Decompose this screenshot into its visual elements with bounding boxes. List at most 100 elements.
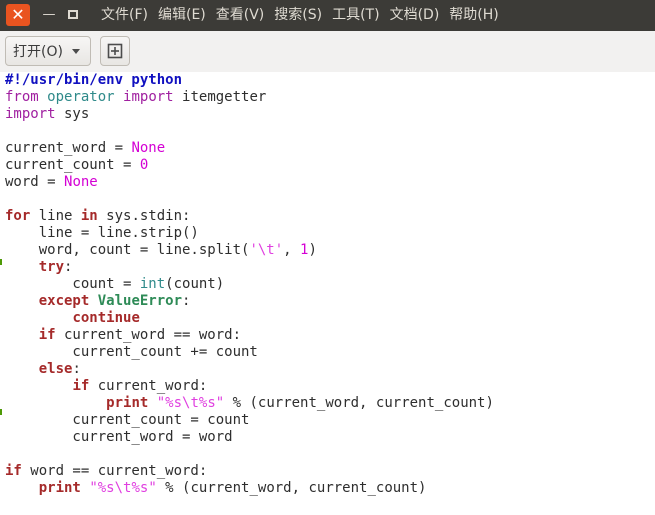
code-token: operator bbox=[47, 89, 115, 105]
toolbar: 打开(O) bbox=[0, 31, 655, 73]
code-editor[interactable]: #!/usr/bin/env python from operator impor… bbox=[0, 72, 655, 515]
close-icon: ✕ bbox=[11, 5, 25, 24]
code-line: line = line.strip() bbox=[5, 225, 494, 242]
code-token: % (current_word, current_count) bbox=[224, 395, 494, 411]
code-line: word, count = line.split('\t', 1) bbox=[5, 242, 494, 259]
maximize-icon bbox=[68, 10, 78, 19]
code-token: in bbox=[80, 208, 98, 224]
code-token: continue bbox=[72, 310, 140, 326]
code-token: current_count = bbox=[5, 157, 140, 173]
minimize-icon: — bbox=[42, 7, 56, 22]
code-line: print "%s\t%s" % (current_word, current_… bbox=[5, 480, 494, 497]
code-token: try bbox=[38, 259, 65, 275]
code-token: if bbox=[38, 327, 56, 343]
code-token: current_count += count bbox=[5, 344, 258, 360]
code-line: word = None bbox=[5, 174, 494, 191]
menu-tools[interactable]: 工具(T) bbox=[327, 0, 384, 31]
code-line: if word == current_word: bbox=[5, 463, 494, 480]
code-token: ) bbox=[308, 242, 317, 258]
minimize-button[interactable]: — bbox=[38, 4, 60, 26]
code-token: 0 bbox=[139, 157, 149, 173]
code-token: current_word = bbox=[5, 140, 132, 156]
new-tab-button[interactable] bbox=[100, 36, 130, 66]
title-bar: ✕ — 文件(F) 编辑(E) 查看(V) 搜索(S) 工具(T) 文档(D) … bbox=[0, 0, 655, 31]
code-line: ​ bbox=[5, 191, 494, 208]
code-content[interactable]: #!/usr/bin/env python from operator impor… bbox=[5, 72, 494, 497]
code-token: '\t' bbox=[249, 242, 284, 258]
code-token: current_word = word bbox=[5, 429, 233, 445]
chevron-down-icon[interactable] bbox=[71, 48, 80, 54]
code-token: ValueError bbox=[97, 293, 183, 309]
code-token: if bbox=[5, 463, 22, 479]
code-token: % (current_word, current_count) bbox=[156, 480, 427, 496]
code-token: sys bbox=[55, 106, 90, 122]
code-token: else bbox=[38, 361, 73, 377]
code-token: itemgetter bbox=[173, 89, 267, 105]
open-button-label: 打开(O) bbox=[13, 44, 63, 60]
code-line: else: bbox=[5, 361, 494, 378]
code-token: except bbox=[38, 293, 90, 309]
code-token: current_count = count bbox=[5, 412, 250, 428]
code-line: current_word = None bbox=[5, 140, 494, 157]
code-line: current_count = 0 bbox=[5, 157, 494, 174]
code-line: import sys bbox=[5, 106, 494, 123]
menu-help[interactable]: 帮助(H) bbox=[444, 0, 503, 31]
change-marker bbox=[0, 409, 2, 415]
new-tab-icon bbox=[107, 43, 123, 59]
menu-documents[interactable]: 文档(D) bbox=[385, 0, 445, 31]
code-line: for line in sys.stdin: bbox=[5, 208, 494, 225]
code-token: word == current_word: bbox=[21, 463, 208, 479]
code-token: "%s\t%s" bbox=[156, 395, 225, 411]
code-token: : bbox=[64, 259, 73, 275]
menu-file[interactable]: 文件(F) bbox=[96, 0, 153, 31]
code-token: import bbox=[123, 89, 174, 105]
open-button[interactable]: 打开(O) bbox=[5, 36, 91, 66]
code-line: ​ bbox=[5, 123, 494, 140]
code-token: print bbox=[38, 480, 81, 496]
menu-view[interactable]: 查看(V) bbox=[211, 0, 270, 31]
code-token: sys.stdin: bbox=[97, 208, 191, 224]
menu-bar: 文件(F) 编辑(E) 查看(V) 搜索(S) 工具(T) 文档(D) 帮助(H… bbox=[96, 0, 504, 31]
code-token: count = bbox=[5, 276, 140, 292]
code-token: from bbox=[5, 89, 39, 105]
code-token: None bbox=[64, 174, 98, 190]
menu-search[interactable]: 搜索(S) bbox=[269, 0, 327, 31]
code-token: word, count = line.split( bbox=[5, 242, 250, 258]
code-line: count = int(count) bbox=[5, 276, 494, 293]
code-token: : bbox=[182, 293, 191, 309]
maximize-button[interactable] bbox=[62, 4, 84, 26]
code-token: #!/usr/bin/env python bbox=[5, 72, 183, 88]
code-token: int bbox=[139, 276, 166, 292]
close-button[interactable]: ✕ bbox=[6, 4, 30, 26]
code-line: if current_word: bbox=[5, 378, 494, 395]
code-token: "%s\t%s" bbox=[89, 480, 157, 496]
code-token: , bbox=[283, 242, 301, 258]
code-token: line = line.strip() bbox=[5, 225, 199, 241]
code-line: current_count = count bbox=[5, 412, 494, 429]
code-line: current_word = word bbox=[5, 429, 494, 446]
code-token: (count) bbox=[165, 276, 225, 292]
code-token: word = bbox=[5, 174, 65, 190]
code-line: #!/usr/bin/env python bbox=[5, 72, 494, 89]
code-token: None bbox=[131, 140, 166, 156]
code-token: if bbox=[72, 378, 90, 394]
code-token: import bbox=[5, 106, 56, 122]
menu-edit[interactable]: 编辑(E) bbox=[153, 0, 211, 31]
code-line: except ValueError: bbox=[5, 293, 494, 310]
code-token: line bbox=[30, 208, 81, 224]
code-token: print bbox=[106, 395, 149, 411]
code-token: current_word: bbox=[89, 378, 208, 394]
code-line: continue bbox=[5, 310, 494, 327]
code-line: current_count += count bbox=[5, 344, 494, 361]
change-marker bbox=[0, 259, 2, 265]
